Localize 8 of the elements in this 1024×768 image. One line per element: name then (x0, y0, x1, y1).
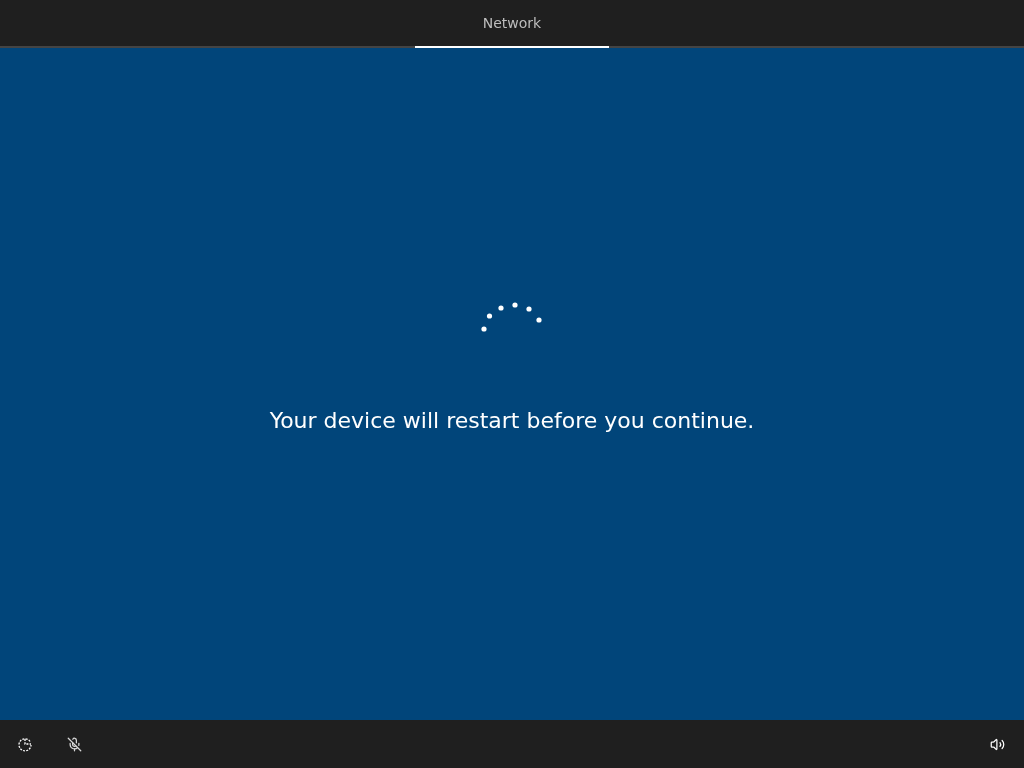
microphone-off-icon (66, 736, 82, 752)
microphone-button[interactable] (65, 735, 83, 753)
restart-message: Your device will restart before you continue. (269, 407, 755, 435)
volume-icon (989, 736, 1005, 752)
step-tab[interactable]: Network (415, 0, 609, 48)
loading-spinner-icon (481, 302, 543, 332)
ease-of-access-icon (17, 736, 33, 752)
ease-of-access-button[interactable] (16, 735, 34, 753)
